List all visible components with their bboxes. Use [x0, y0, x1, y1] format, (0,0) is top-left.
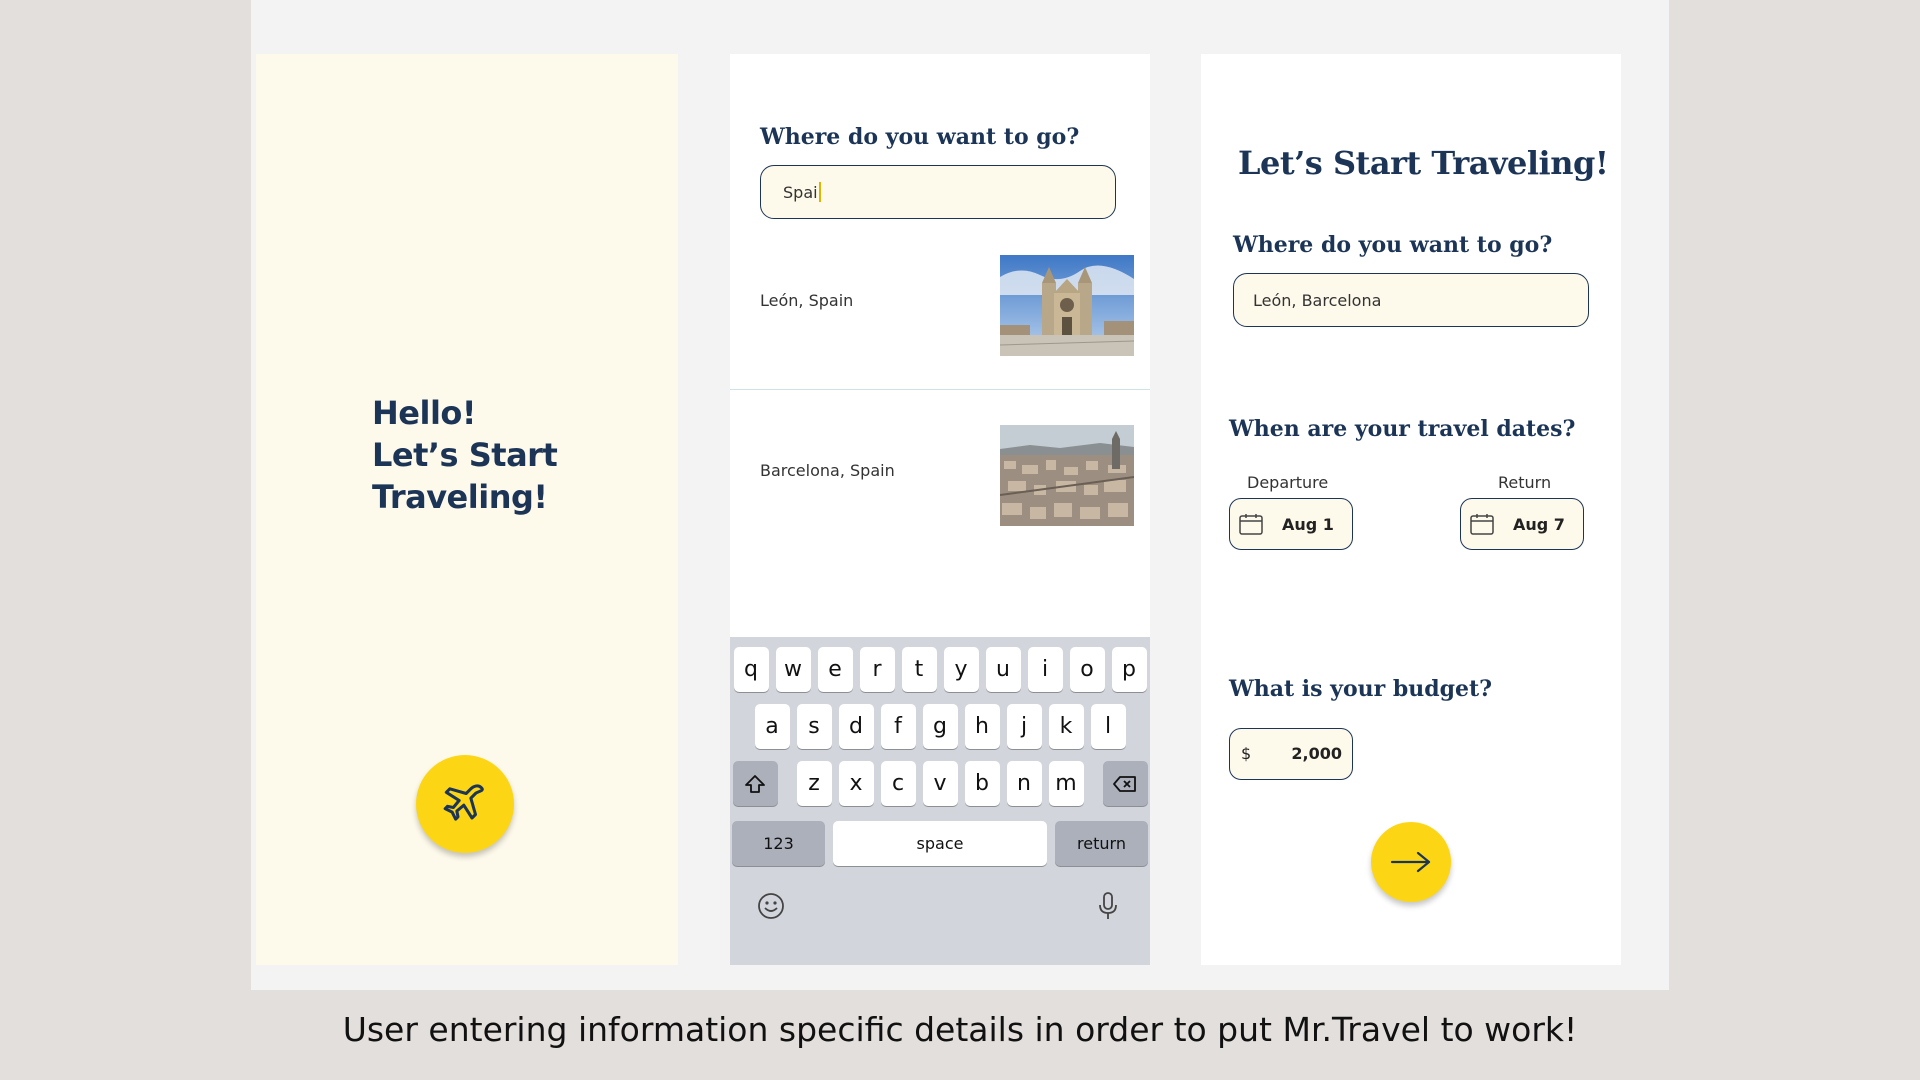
key-o[interactable]: o — [1069, 647, 1105, 692]
departure-date-picker[interactable]: Aug 1 — [1229, 498, 1353, 550]
budget-question: What is your budget? — [1229, 676, 1493, 702]
key-p[interactable]: p — [1111, 647, 1147, 692]
calendar-icon — [1239, 514, 1263, 535]
budget-currency: $ — [1241, 744, 1252, 763]
welcome-line-3: Traveling! — [372, 478, 548, 516]
key-k[interactable]: k — [1048, 704, 1084, 749]
welcome-screen: Hello! Let’s Start Traveling! — [256, 54, 678, 965]
key-q[interactable]: q — [733, 647, 769, 692]
search-input[interactable]: Spai — [760, 165, 1116, 219]
key-w[interactable]: w — [775, 647, 811, 692]
search-screen: Where do you want to go? Spai León, Spai… — [730, 54, 1150, 965]
key-r[interactable]: r — [859, 647, 895, 692]
onscreen-keyboard: q w e r t y u i o p a s d f g h j k l z — [730, 637, 1150, 965]
keyboard-row-3: z x c v b n m — [730, 761, 1150, 806]
key-c[interactable]: c — [880, 761, 916, 806]
departure-date-value: Aug 1 — [1282, 514, 1334, 534]
return-date-picker[interactable]: Aug 7 — [1460, 498, 1584, 550]
shift-icon — [745, 774, 765, 793]
keyboard-row-4: 123 space return — [730, 821, 1150, 866]
welcome-line-2: Let’s Start — [372, 436, 558, 474]
key-u[interactable]: u — [985, 647, 1021, 692]
key-h[interactable]: h — [964, 704, 1000, 749]
key-m[interactable]: m — [1048, 761, 1084, 806]
space-key[interactable]: space — [833, 821, 1047, 866]
key-t[interactable]: t — [901, 647, 937, 692]
trip-details-screen: Let’s Start Traveling! Where do you want… — [1201, 54, 1621, 965]
return-date-value: Aug 7 — [1513, 514, 1565, 534]
search-result-barcelona[interactable]: Barcelona, Spain — [730, 414, 1150, 584]
arrow-right-icon — [1390, 851, 1431, 873]
key-n[interactable]: n — [1006, 761, 1042, 806]
backspace-icon — [1113, 775, 1136, 792]
destination-question: Where do you want to go? — [1233, 232, 1553, 258]
key-f[interactable]: f — [880, 704, 916, 749]
barcelona-city-photo — [1000, 425, 1134, 526]
return-key[interactable]: return — [1055, 821, 1148, 866]
dates-question: When are your travel dates? — [1229, 416, 1576, 442]
keyboard-row-1: q w e r t y u i o p — [730, 647, 1150, 692]
slide-caption: User entering information specific detai… — [342, 1010, 1578, 1049]
search-input-value: Spai — [783, 182, 818, 202]
keyboard-row-2: a s d f g h j k l — [730, 704, 1150, 749]
leon-cathedral-photo — [1000, 255, 1134, 356]
return-label: Return — [1498, 473, 1552, 492]
microphone-icon[interactable] — [1096, 891, 1120, 921]
key-j[interactable]: j — [1006, 704, 1042, 749]
destination-input[interactable]: León, Barcelona — [1233, 273, 1589, 327]
key-b[interactable]: b — [964, 761, 1000, 806]
start-button[interactable] — [416, 755, 514, 853]
result-label: Barcelona, Spain — [760, 461, 895, 480]
departure-label: Departure — [1247, 473, 1329, 492]
budget-input[interactable]: $ 2,000 — [1229, 728, 1353, 780]
welcome-heading: Hello! Let’s Start Traveling! — [372, 392, 558, 518]
key-y[interactable]: y — [943, 647, 979, 692]
welcome-line-1: Hello! — [372, 394, 477, 432]
calendar-icon — [1470, 514, 1494, 535]
numbers-key[interactable]: 123 — [732, 821, 825, 866]
backspace-key[interactable] — [1102, 761, 1148, 806]
key-e[interactable]: e — [817, 647, 853, 692]
airplane-icon — [443, 784, 484, 821]
key-g[interactable]: g — [922, 704, 958, 749]
key-a[interactable]: a — [754, 704, 790, 749]
emoji-icon[interactable] — [756, 891, 786, 921]
key-s[interactable]: s — [796, 704, 832, 749]
destination-input-value: León, Barcelona — [1253, 290, 1382, 310]
key-z[interactable]: z — [796, 761, 832, 806]
text-cursor — [818, 182, 821, 202]
next-button[interactable] — [1371, 822, 1451, 902]
destination-question: Where do you want to go? — [760, 124, 1080, 150]
shift-key[interactable] — [732, 761, 778, 806]
budget-value: 2,000 — [1291, 744, 1342, 763]
key-i[interactable]: i — [1027, 647, 1063, 692]
key-l[interactable]: l — [1090, 704, 1126, 749]
result-label: León, Spain — [760, 291, 854, 310]
trip-title: Let’s Start Traveling! — [1238, 144, 1609, 182]
key-x[interactable]: x — [838, 761, 874, 806]
key-v[interactable]: v — [922, 761, 958, 806]
result-divider — [730, 389, 1150, 390]
key-d[interactable]: d — [838, 704, 874, 749]
